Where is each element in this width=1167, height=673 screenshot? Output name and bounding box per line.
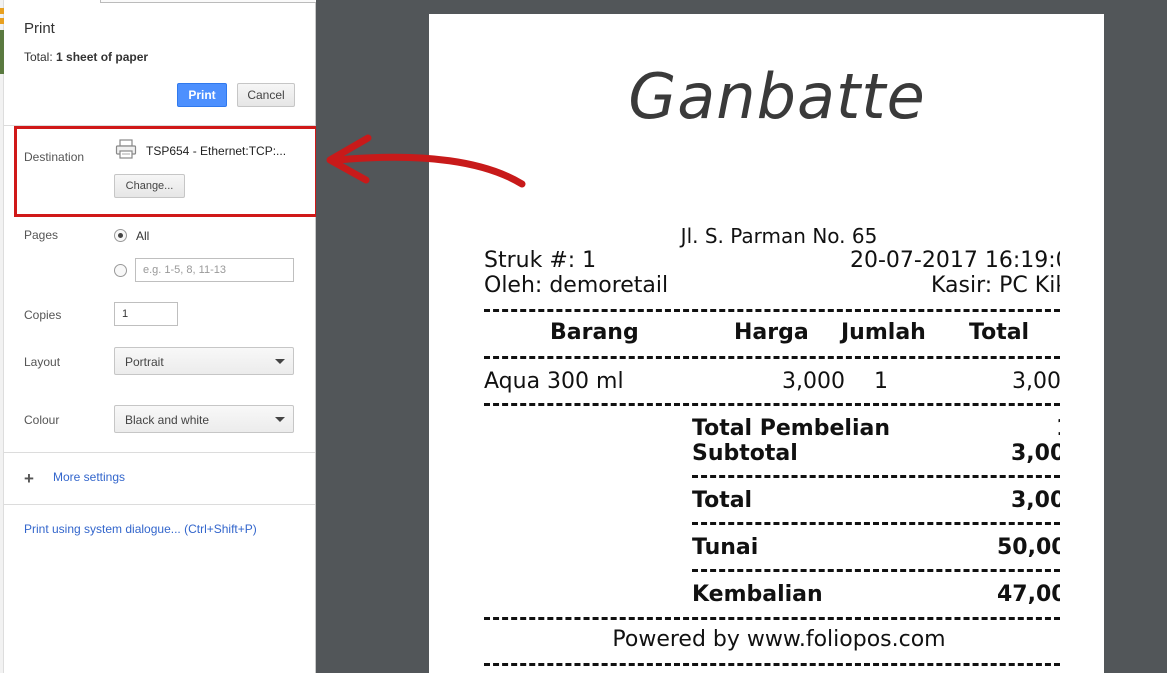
item-total-clip: 3,000 (484, 369, 1060, 397)
dashed-divider (692, 475, 1060, 478)
print-preview-window: Print Total: 1 sheet of paper Print Canc… (0, 0, 1167, 673)
colour-value: Black and white (125, 413, 210, 427)
pages-all-label: All (136, 229, 150, 243)
receipt-page: Ganbatte Jl. S. Parman No. 65 Struk #: 1… (429, 14, 1104, 673)
preview-area: Ganbatte Jl. S. Parman No. 65 Struk #: 1… (316, 0, 1167, 673)
copies-label: Copies (24, 308, 62, 322)
column-total: Total (969, 320, 1030, 345)
divider (4, 504, 315, 505)
cancel-button[interactable]: Cancel (237, 83, 295, 107)
background-window-strip (0, 0, 4, 673)
tunai-clip: 50,000 (484, 535, 1060, 563)
total-pembelian-clip: 1 (484, 416, 1060, 444)
receipt-logo: Ganbatte (607, 52, 947, 172)
receipt-address: Jl. S. Parman No. 65 (680, 224, 878, 248)
dashed-divider (692, 569, 1060, 572)
colour-label: Colour (24, 413, 60, 427)
chevron-down-icon (275, 417, 285, 422)
dashed-divider (484, 356, 1060, 359)
pages-custom-radio[interactable] (114, 264, 127, 277)
pages-range-input[interactable]: e.g. 1-5, 8, 11-13 (135, 258, 294, 282)
dashed-divider (484, 309, 1060, 312)
kasir-clip: Kasir: PC Kiki (484, 273, 1060, 301)
dashed-divider (484, 663, 1060, 666)
panel-title: Print (24, 20, 55, 37)
dashed-divider (484, 403, 1060, 406)
dashed-divider (484, 617, 1060, 620)
kembalian-clip: 47,000 (484, 582, 1060, 610)
sheet-count: Total: 1 sheet of paper (24, 50, 148, 64)
layout-select[interactable]: Portrait (114, 347, 294, 375)
column-harga: Harga (734, 320, 809, 345)
subtotal-value: 3,000 (1011, 441, 1060, 466)
kembalian-value: 47,000 (997, 582, 1060, 607)
receipt-footer: Powered by www.foliopos.com (612, 627, 946, 652)
print-settings-panel: Print Total: 1 sheet of paper Print Canc… (0, 0, 318, 673)
column-barang: Barang (550, 320, 639, 345)
total-value: 3,000 (1011, 488, 1060, 513)
subtotal-clip: 3,000 (484, 441, 1060, 469)
chevron-down-icon (275, 359, 285, 364)
total-value: 1 sheet of paper (56, 50, 149, 64)
print-button[interactable]: Print (177, 83, 227, 107)
dashed-divider (692, 522, 1060, 525)
datetime-clip: 20-07-2017 16:19:08 (484, 248, 1060, 276)
receipt-datetime: 20-07-2017 16:19:08 (850, 248, 1060, 273)
more-settings-link[interactable]: More settings (53, 470, 125, 484)
pages-label: Pages (24, 228, 59, 242)
plus-icon[interactable]: + (24, 470, 34, 487)
destination-highlight-box (14, 126, 318, 217)
item-total: 3,000 (1012, 369, 1060, 394)
total-pembelian-value: 1 (1056, 416, 1060, 441)
layout-value: Portrait (125, 355, 164, 369)
layout-label: Layout (24, 355, 61, 369)
total-clip: 3,000 (484, 488, 1060, 516)
colour-select[interactable]: Black and white (114, 405, 294, 433)
total-prefix: Total: (24, 50, 57, 64)
tunai-value: 50,000 (997, 535, 1060, 560)
receipt-kasir: Kasir: PC Kiki (931, 273, 1060, 298)
copies-input[interactable]: 1 (114, 302, 178, 326)
system-dialogue-link[interactable]: Print using system dialogue... (Ctrl+Shi… (24, 522, 257, 536)
red-arrow-icon (326, 134, 526, 188)
column-jumlah: Jumlah (841, 320, 926, 345)
divider (4, 452, 315, 453)
pages-all-radio[interactable] (114, 229, 127, 242)
logo-text: Ganbatte (628, 60, 926, 133)
